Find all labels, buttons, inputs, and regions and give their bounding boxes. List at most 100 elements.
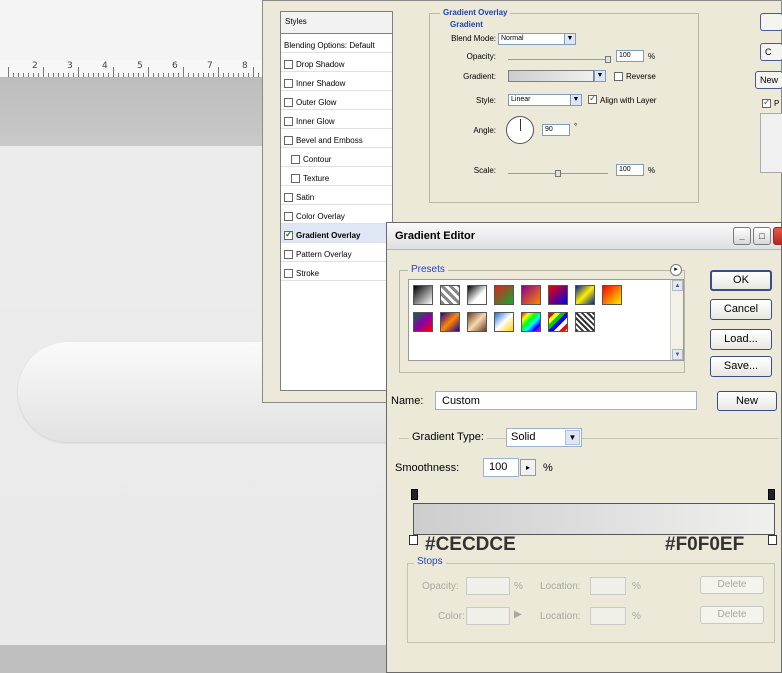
style-item-checkbox[interactable]: [284, 229, 293, 240]
stop-opacity-location-input[interactable]: [590, 577, 626, 595]
preset-swatch[interactable]: [575, 285, 595, 305]
preset-swatch[interactable]: [413, 312, 433, 332]
scale-slider-thumb[interactable]: [555, 170, 561, 177]
preset-swatch[interactable]: [548, 312, 568, 332]
preset-swatch[interactable]: [413, 285, 433, 305]
layer-style-ok-button[interactable]: [760, 13, 782, 31]
style-item[interactable]: Bevel and Emboss: [281, 129, 392, 148]
style-item[interactable]: Stroke: [281, 262, 392, 281]
smoothness-input[interactable]: 100: [483, 458, 519, 477]
cancel-button[interactable]: Cancel: [710, 299, 772, 320]
style-item[interactable]: Satin: [281, 186, 392, 205]
name-input[interactable]: Custom: [435, 391, 697, 410]
new-gradient-button[interactable]: New: [717, 391, 777, 411]
stop-color-swatch[interactable]: [466, 607, 510, 625]
reverse-checkbox[interactable]: [614, 72, 623, 81]
stop-opacity-delete-button[interactable]: Delete: [700, 576, 764, 594]
style-item[interactable]: Pattern Overlay: [281, 243, 392, 262]
style-item[interactable]: Outer Glow: [281, 91, 392, 110]
opacity-stop-left[interactable]: [411, 489, 418, 500]
preset-swatch[interactable]: [521, 285, 541, 305]
opacity-stop-right[interactable]: [768, 489, 775, 500]
load-button[interactable]: Load...: [710, 329, 772, 350]
style-item-checkbox[interactable]: [291, 173, 300, 183]
style-item-checkbox[interactable]: [284, 97, 293, 107]
ruler-tick: [63, 73, 64, 77]
style-item[interactable]: Inner Glow: [281, 110, 392, 129]
save-button[interactable]: Save...: [710, 356, 772, 377]
preset-swatch[interactable]: [467, 285, 487, 305]
gradient-type-select[interactable]: Solid ▼: [506, 428, 582, 447]
opacity-slider-thumb[interactable]: [605, 56, 611, 63]
ruler-tick: [218, 67, 219, 77]
minimize-icon[interactable]: _: [733, 227, 751, 245]
angle-input[interactable]: 90: [542, 124, 570, 136]
maximize-icon[interactable]: □: [753, 227, 771, 245]
stop-color-delete-button[interactable]: Delete: [700, 606, 764, 624]
smoothness-stepper-icon[interactable]: ▸: [520, 459, 536, 476]
gradient-type-label: Gradient Type:: [409, 431, 487, 443]
color-stop-right[interactable]: [768, 535, 777, 545]
style-item-checkbox[interactable]: [284, 192, 293, 202]
gradient-editor-titlebar[interactable]: Gradient Editor _ □: [387, 223, 782, 250]
style-item-checkbox[interactable]: [284, 135, 293, 145]
style-item[interactable]: Texture: [281, 167, 392, 186]
stop-color-arrow-icon[interactable]: ▶: [514, 609, 522, 620]
ruler-tick: [153, 73, 154, 77]
layer-style-cancel-button[interactable]: C: [760, 43, 782, 61]
ruler-tick: [128, 73, 129, 77]
presets-menu-icon[interactable]: ▸: [670, 264, 682, 276]
style-item-checkbox[interactable]: [284, 78, 293, 88]
presets-scrollbar[interactable]: ▲ ▼: [670, 280, 683, 360]
preset-swatch[interactable]: [440, 285, 460, 305]
color-stop-left[interactable]: [409, 535, 418, 545]
scroll-down-icon[interactable]: ▼: [672, 349, 683, 360]
align-with-layer-checkbox[interactable]: [588, 93, 597, 104]
style-item-checkbox[interactable]: [284, 249, 293, 259]
stops-group: Stops Opacity: % Location: % Delete Colo…: [407, 556, 775, 643]
style-item[interactable]: Drop Shadow: [281, 53, 392, 72]
style-item-checkbox[interactable]: [284, 116, 293, 126]
close-icon[interactable]: [773, 227, 782, 245]
stop-opacity-input[interactable]: [466, 577, 510, 595]
ruler-tick: [183, 67, 184, 77]
gradient-preview-swatch[interactable]: [508, 70, 594, 82]
scale-input[interactable]: 100: [616, 164, 644, 176]
blend-mode-select[interactable]: Normal ▼: [498, 33, 576, 45]
gradient-bar[interactable]: [413, 503, 775, 535]
style-item-checkbox[interactable]: [291, 154, 300, 164]
style-select[interactable]: Linear ▼: [508, 94, 582, 106]
style-item[interactable]: Blending Options: Default: [281, 34, 392, 53]
preset-swatch[interactable]: [467, 312, 487, 332]
gradient-editor-title: Gradient Editor: [395, 230, 476, 242]
style-item[interactable]: Gradient Overlay: [281, 224, 392, 243]
style-item-checkbox[interactable]: [284, 211, 293, 221]
opacity-slider-track[interactable]: [508, 59, 608, 60]
ruler-number: 4: [102, 61, 108, 71]
preset-swatch[interactable]: [494, 285, 514, 305]
preset-swatch[interactable]: [494, 312, 514, 332]
preset-swatch[interactable]: [602, 285, 622, 305]
ok-button[interactable]: OK: [710, 270, 772, 291]
styles-header[interactable]: Styles: [281, 12, 392, 34]
ruler-tick: [48, 73, 49, 77]
style-item[interactable]: Inner Shadow: [281, 72, 392, 91]
style-item-checkbox[interactable]: [284, 59, 293, 69]
angle-dial[interactable]: [506, 116, 534, 144]
preset-swatch[interactable]: [440, 312, 460, 332]
preview-checkbox[interactable]: [762, 97, 771, 108]
scroll-up-icon[interactable]: ▲: [672, 280, 683, 291]
style-item-label: Pattern Overlay: [296, 249, 352, 259]
stop-color-location-input[interactable]: [590, 607, 626, 625]
gradient-picker-toggle[interactable]: ▼: [594, 70, 606, 82]
style-item-checkbox[interactable]: [284, 268, 293, 278]
stops-title: Stops: [414, 556, 446, 567]
style-item[interactable]: Color Overlay: [281, 205, 392, 224]
preset-swatch[interactable]: [548, 285, 568, 305]
preset-swatch[interactable]: [575, 312, 595, 332]
style-item[interactable]: Contour: [281, 148, 392, 167]
preset-swatch[interactable]: [521, 312, 541, 332]
opacity-input[interactable]: 100: [616, 50, 644, 62]
ruler-tick: [8, 67, 9, 77]
layer-style-new-style-button[interactable]: New: [755, 71, 782, 89]
